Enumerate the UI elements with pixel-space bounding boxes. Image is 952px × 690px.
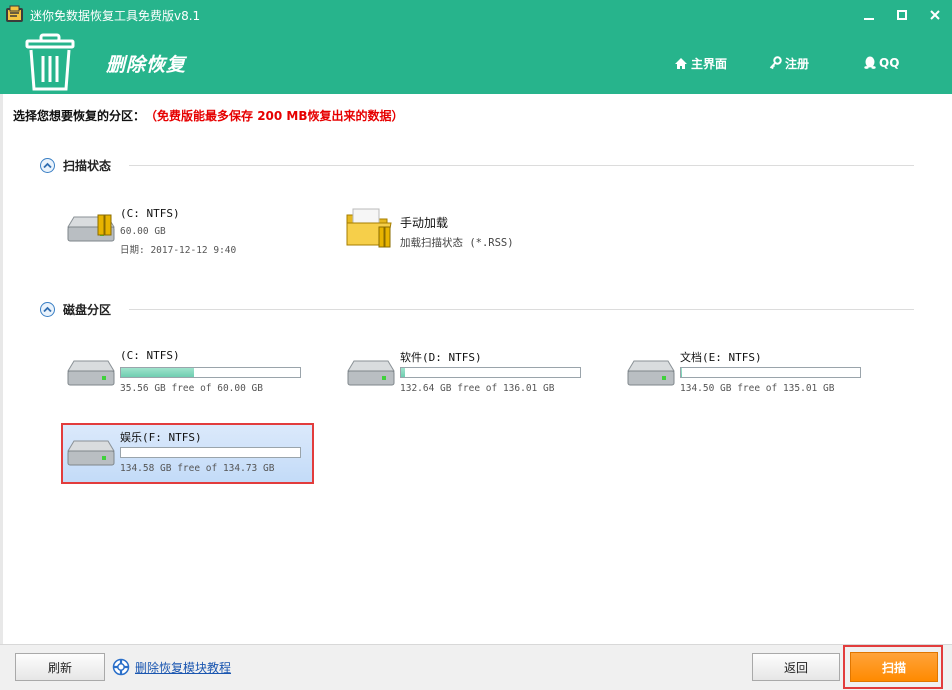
partition-usage-fill <box>121 368 195 377</box>
nav-qq-button[interactable]: QQ <box>864 54 899 72</box>
scan-button[interactable]: 扫描 <box>850 652 938 682</box>
partition-free-space: 132.64 GB free of 136.01 GB <box>400 383 555 394</box>
saved-scan-item-c[interactable]: (C: NTFS) 60.00 GB 日期: 2017-12-12 9:40 <box>62 203 282 259</box>
nav-qq-label: QQ <box>879 56 900 70</box>
nav-register-button[interactable]: 注册 <box>769 54 809 72</box>
free-limit-note: （免费版能最多保存 200 MB恢复出来的数据） <box>151 109 404 123</box>
scan-state-heading: 扫描状态 <box>63 158 112 173</box>
hard-drive-icon <box>67 440 115 466</box>
close-button[interactable] <box>921 4 949 26</box>
window-edge <box>0 94 3 644</box>
hard-drive-icon <box>67 360 115 386</box>
nav-register-label: 注册 <box>785 56 810 71</box>
lifebuoy-icon <box>112 658 130 676</box>
chevron-up-icon <box>43 162 52 168</box>
partition-f[interactable]: 娱乐(F: NTFS) 134.58 GB free of 134.73 GB <box>62 427 312 479</box>
partition-e[interactable]: 文档(E: NTFS) 134.50 GB free of 135.01 GB <box>622 347 872 399</box>
minimize-icon <box>864 18 874 20</box>
partition-free-space: 134.50 GB free of 135.01 GB <box>680 383 835 394</box>
partition-usage-fill <box>681 368 682 377</box>
maximize-button[interactable] <box>888 4 916 26</box>
saved-scan-size: 60.00 GB <box>120 226 166 237</box>
tutorial-link-text: 删除恢复模块教程 <box>135 660 232 675</box>
app-logo-icon <box>6 5 23 22</box>
disk-drive-icon <box>67 214 115 242</box>
header-bar: 迷你免数据恢复工具免费版v8.1 删除恢复 主界面 注册 QQ <box>0 0 952 94</box>
partition-name: 软件(D: NTFS) <box>400 351 482 364</box>
nav-home-label: 主界面 <box>691 56 728 71</box>
window-title: 迷你免数据恢复工具免费版v8.1 <box>30 9 201 23</box>
manual-load-title: 手动加载 <box>400 216 449 230</box>
scan-state-section-header: 扫描状态 <box>40 157 914 173</box>
partition-usage-bar <box>400 367 581 378</box>
partition-c[interactable]: (C: NTFS) 35.56 GB free of 60.00 GB <box>62 347 312 399</box>
section-divider <box>129 308 914 310</box>
scan-state-collapse-button[interactable] <box>40 157 55 173</box>
hard-drive-icon <box>627 360 675 386</box>
partition-name: 娱乐(F: NTFS) <box>120 431 202 444</box>
nav-home-button[interactable]: 主界面 <box>674 54 727 72</box>
manual-load-item[interactable]: 手动加载 加载扫描状态 (*.RSS) <box>345 205 545 253</box>
chevron-up-icon <box>43 306 52 312</box>
partition-d[interactable]: 软件(D: NTFS) 132.64 GB free of 136.01 GB <box>342 347 592 399</box>
refresh-button[interactable]: 刷新 <box>15 653 105 681</box>
partition-usage-bar <box>120 447 301 458</box>
disk-partitions-heading: 磁盘分区 <box>63 302 112 317</box>
partition-usage-bar <box>680 367 861 378</box>
close-icon <box>930 10 940 20</box>
partition-name: (C: NTFS) <box>120 349 180 362</box>
key-icon <box>769 56 782 70</box>
trash-bin-icon <box>25 33 75 91</box>
partition-free-space: 134.58 GB free of 134.73 GB <box>120 463 275 474</box>
tutorial-link[interactable]: 删除恢复模块教程 <box>112 658 231 676</box>
disk-partitions-section-header: 磁盘分区 <box>40 301 914 317</box>
back-button[interactable]: 返回 <box>752 653 840 681</box>
manual-load-subtitle: 加载扫描状态 (*.RSS) <box>400 237 514 249</box>
minimize-button[interactable] <box>855 4 883 26</box>
home-icon <box>675 57 687 69</box>
title-bar[interactable]: 迷你免数据恢复工具免费版v8.1 <box>0 0 952 30</box>
partition-usage-bar <box>120 367 301 378</box>
saved-scan-name: (C: NTFS) <box>120 207 180 220</box>
hard-drive-icon <box>347 360 395 386</box>
partition-free-space: 35.56 GB free of 60.00 GB <box>120 383 263 394</box>
disk-partitions-collapse-button[interactable] <box>40 301 55 317</box>
partition-prompt: 选择您想要恢复的分区： （免费版能最多保存 200 MB恢复出来的数据） <box>13 107 404 124</box>
maximize-icon <box>897 10 907 20</box>
section-divider <box>129 164 914 166</box>
folder-icon <box>346 208 392 248</box>
prompt-label: 选择您想要恢复的分区： <box>13 109 146 123</box>
partition-usage-fill <box>401 368 406 377</box>
module-title: 删除恢复 <box>106 54 187 76</box>
partition-name: 文档(E: NTFS) <box>680 351 762 364</box>
saved-scan-date: 日期: 2017-12-12 9:40 <box>120 245 237 256</box>
qq-penguin-icon <box>864 56 876 69</box>
